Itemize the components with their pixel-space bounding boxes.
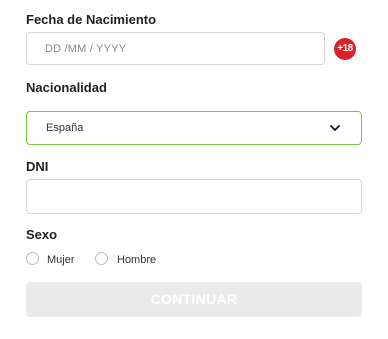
chevron-down-icon [330,125,340,131]
dni-label: DNI [26,159,49,174]
radio-mujer-label[interactable]: Mujer [47,254,75,266]
nationality-selected-value: España [46,122,84,134]
birthdate-field[interactable] [26,32,325,65]
radio-mujer[interactable] [26,252,39,265]
sex-label: Sexo [26,227,58,242]
dni-input[interactable] [27,180,361,213]
birthdate-input[interactable] [27,33,324,64]
nationality-select[interactable]: España [26,111,362,145]
continue-button[interactable]: CONTINUAR [26,282,362,317]
dni-field[interactable] [26,179,362,214]
birthdate-label: Fecha de Nacimiento [26,12,157,27]
nationality-label: Nacionalidad [26,80,107,95]
radio-hombre[interactable] [95,252,108,265]
radio-hombre-label[interactable]: Hombre [117,254,156,266]
plus-18-badge-icon: +18 [334,38,356,60]
